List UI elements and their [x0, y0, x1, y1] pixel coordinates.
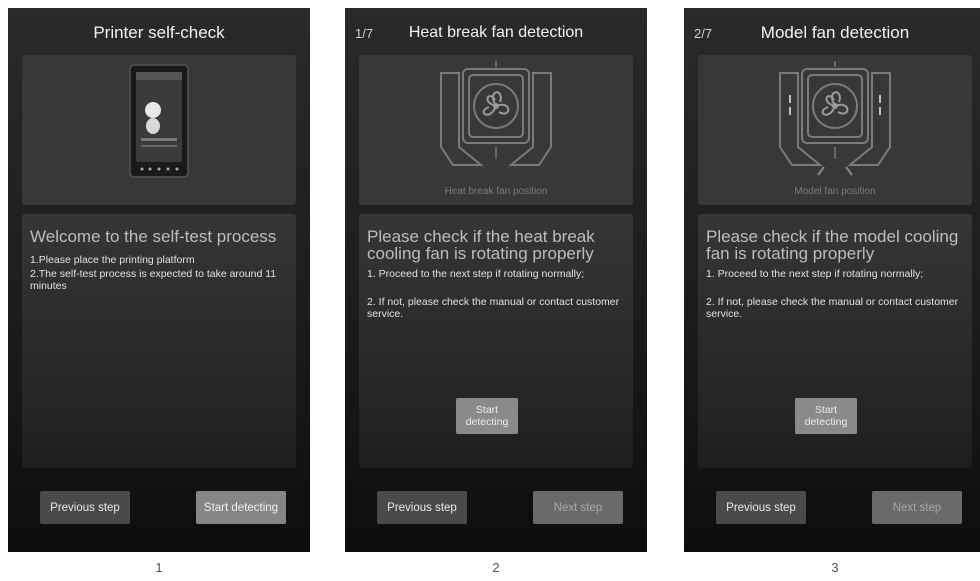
- page-title: Model fan detection: [760, 22, 910, 42]
- instruction-2: 2. If not, please check the manual or co…: [367, 296, 620, 320]
- start-detecting-button[interactable]: Start detecting: [456, 398, 518, 434]
- figure-caption: 1: [155, 560, 163, 575]
- previous-step-button[interactable]: Previous step: [716, 491, 806, 524]
- figure-caption: 3: [831, 560, 839, 575]
- next-step-button[interactable]: Next step: [872, 491, 962, 524]
- fan-image-panel: Heat break fan position: [359, 55, 633, 205]
- instruction-2: 2. If not, please check the manual or co…: [706, 296, 959, 320]
- instruction-1: 1. Proceed to the next step if rotating …: [706, 268, 924, 280]
- next-step-button[interactable]: Next step: [533, 491, 623, 524]
- fan-diagram: [440, 61, 552, 166]
- fan-position-caption: Model fan position: [794, 186, 876, 197]
- printer-image-panel: [22, 55, 296, 205]
- fan-image-panel: Model fan position: [698, 55, 972, 205]
- instruction-1: 1. Proceed to the next step if rotating …: [367, 268, 585, 280]
- fan-position-caption: Heat break fan position: [444, 186, 548, 197]
- previous-step-button[interactable]: Previous step: [40, 491, 130, 524]
- info-panel: Welcome to the self-test process 1.Pleas…: [22, 214, 296, 468]
- fan-diagram: [779, 61, 891, 176]
- welcome-heading: Welcome to the self-test process: [30, 227, 277, 246]
- page-title: Printer self-check: [93, 22, 225, 42]
- screen-heat-break-fan: 1/7 Heat break fan detection Heat break …: [345, 8, 647, 552]
- page-title: Heat break fan detection: [408, 23, 584, 41]
- check-heading: Please check if the heat break cooling f…: [367, 227, 595, 263]
- screen-model-fan: 2/7 Model fan detection Model fan positi…: [684, 8, 980, 552]
- screen-self-check: Printer self-check Welcome to the self-t…: [8, 8, 310, 552]
- instruction-2: 2.The self-test process is expected to t…: [30, 268, 277, 292]
- figure-caption: 2: [492, 560, 500, 575]
- previous-step-button[interactable]: Previous step: [377, 491, 467, 524]
- printer-illustration: [129, 64, 189, 178]
- instruction-1: 1.Please place the printing platform: [30, 254, 195, 266]
- check-heading: Please check if the model cooling fan is…: [706, 227, 959, 263]
- start-detecting-button[interactable]: Start detecting: [196, 491, 286, 524]
- start-detecting-button[interactable]: Start detecting: [795, 398, 857, 434]
